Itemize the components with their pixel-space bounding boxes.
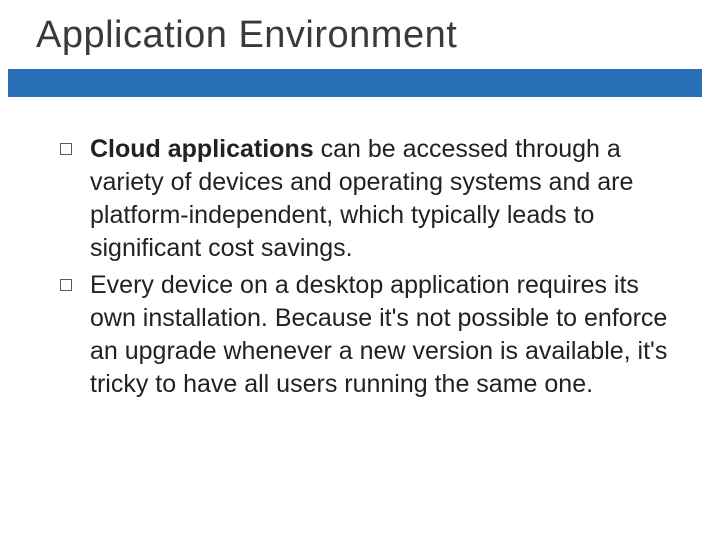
content-area: Cloud applications can be accessed throu… xyxy=(0,97,720,401)
bullet-text: Every device on a desktop application re… xyxy=(90,269,684,401)
page-title: Application Environment xyxy=(0,0,720,69)
bullet-icon xyxy=(60,279,72,291)
bullet-icon xyxy=(60,143,72,155)
bullet-text: Cloud applications can be accessed throu… xyxy=(90,133,684,265)
title-accent-bar xyxy=(8,69,702,97)
list-item: Every device on a desktop application re… xyxy=(60,269,684,401)
bullet-rest: Every device on a desktop application re… xyxy=(90,271,667,398)
list-item: Cloud applications can be accessed throu… xyxy=(60,133,684,265)
bullet-bold-lead: Cloud applications xyxy=(90,135,314,163)
